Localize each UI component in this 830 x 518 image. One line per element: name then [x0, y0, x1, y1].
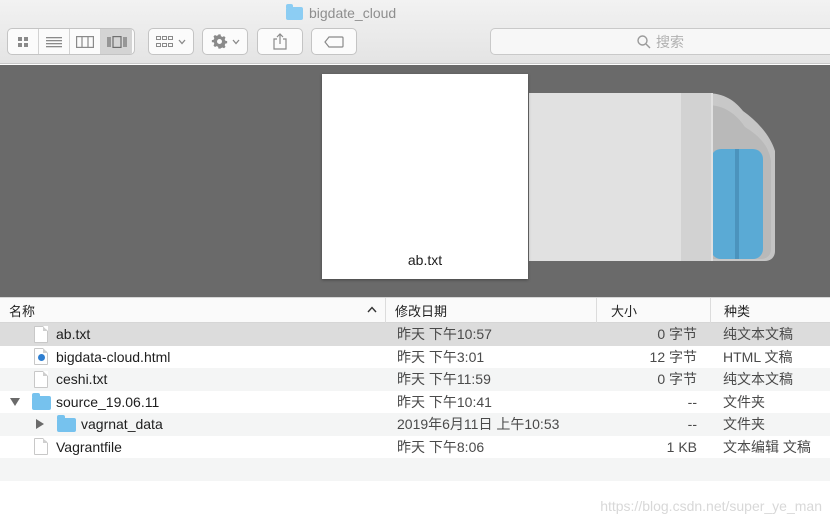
html-file-icon	[34, 348, 48, 366]
list-view-button[interactable]	[39, 29, 70, 54]
cover-flow-button[interactable]	[101, 29, 132, 54]
file-name: source_19.06.11	[56, 393, 160, 410]
file-size: --	[687, 393, 697, 410]
file-kind: 文本编辑 文稿	[723, 438, 811, 455]
file-row[interactable]: bigdata-cloud.html 昨天 下午3:01 12 字节 HTML …	[0, 346, 830, 369]
triangle-right-icon	[36, 419, 44, 430]
file-date: 昨天 下午10:57	[397, 326, 492, 343]
file-size: --	[687, 416, 697, 433]
folder-icon	[57, 415, 76, 433]
file-name: ab.txt	[56, 326, 91, 343]
file-date: 昨天 下午10:41	[397, 393, 492, 410]
cover-flow-preview: ab.txt	[0, 65, 830, 297]
chevron-down-icon	[232, 39, 239, 44]
view-mode-switcher	[7, 28, 135, 55]
toolbar: bigdate_cloud 搜索	[0, 0, 830, 64]
file-kind: HTML 文稿	[723, 348, 793, 365]
file-name: bigdata-cloud.html	[56, 348, 171, 365]
search-placeholder: 搜索	[656, 33, 684, 50]
column-size-label: 大小	[611, 304, 638, 319]
file-row[interactable]: ab.txt 昨天 下午10:57 0 字节 纯文本文稿	[0, 323, 830, 346]
folder-preview-icon	[529, 93, 775, 261]
column-date-label: 修改日期	[395, 304, 448, 319]
disclosure-triangle-expanded[interactable]	[10, 391, 20, 414]
gear-icon	[211, 34, 227, 49]
tag-icon	[324, 35, 344, 48]
text-file-icon	[34, 325, 48, 343]
group-grid-icon	[156, 35, 173, 47]
file-date: 昨天 下午8:06	[397, 438, 485, 455]
file-kind: 文件夹	[723, 393, 765, 410]
column-header-name[interactable]: 名称	[0, 298, 386, 323]
folder-icon	[286, 3, 303, 20]
text-file-icon	[34, 438, 48, 456]
file-size: 12 字节	[649, 348, 697, 365]
disclosure-triangle-collapsed[interactable]	[36, 413, 44, 436]
window-title: bigdate_cloud	[286, 3, 397, 22]
file-list: ab.txt 昨天 下午10:57 0 字节 纯文本文稿 bigdata-clo…	[0, 323, 830, 503]
column-header-kind[interactable]: 种类	[711, 298, 830, 323]
file-kind: 纯文本文稿	[723, 326, 793, 343]
column-header-size[interactable]: 大小	[597, 298, 711, 323]
file-name: Vagrantfile	[56, 438, 122, 455]
edit-tags-button[interactable]	[311, 28, 357, 55]
file-date: 昨天 下午11:59	[397, 371, 491, 388]
group-by-button[interactable]	[148, 28, 194, 55]
share-button[interactable]	[257, 28, 303, 55]
search-icon	[637, 34, 651, 48]
column-kind-label: 种类	[724, 304, 751, 319]
icon-view-icon	[18, 36, 28, 47]
file-name: ceshi.txt	[56, 371, 108, 388]
list-view-icon	[46, 36, 62, 47]
preview-file-card[interactable]: ab.txt	[322, 74, 528, 279]
triangle-down-icon	[10, 397, 20, 406]
text-file-icon	[34, 370, 48, 388]
file-size: 0 字节	[657, 326, 697, 343]
column-view-button[interactable]	[70, 29, 101, 54]
column-view-icon	[76, 35, 94, 48]
folder-row[interactable]: source_19.06.11 昨天 下午10:41 -- 文件夹	[0, 391, 830, 414]
folder-row[interactable]: vagrnat_data 2019年6月11日 上午10:53 -- 文件夹	[0, 413, 830, 436]
column-header: 名称 修改日期 大小 种类	[0, 297, 830, 323]
file-kind: 文件夹	[723, 416, 765, 433]
file-row[interactable]: Vagrantfile 昨天 下午8:06 1 KB 文本编辑 文稿	[0, 436, 830, 459]
file-size: 0 字节	[657, 371, 697, 388]
sort-ascending-icon	[367, 306, 377, 313]
file-kind: 纯文本文稿	[723, 371, 793, 388]
icon-view-button[interactable]	[8, 29, 39, 54]
action-menu-button[interactable]	[202, 28, 248, 55]
share-icon	[273, 33, 287, 50]
file-name: vagrnat_data	[81, 416, 163, 433]
chevron-down-icon	[178, 39, 186, 44]
file-date: 2019年6月11日 上午10:53	[397, 416, 560, 433]
column-header-date[interactable]: 修改日期	[386, 298, 597, 323]
file-date: 昨天 下午3:01	[397, 348, 485, 365]
window-title-text: bigdate_cloud	[309, 5, 397, 21]
empty-row	[0, 458, 830, 481]
column-name-label: 名称	[9, 304, 36, 319]
search-field[interactable]: 搜索	[490, 28, 830, 55]
file-size: 1 KB	[666, 438, 697, 455]
folder-icon	[32, 392, 51, 410]
file-row[interactable]: ceshi.txt 昨天 下午11:59 0 字节 纯文本文稿	[0, 368, 830, 391]
cover-flow-icon	[106, 35, 127, 48]
preview-file-name: ab.txt	[407, 252, 443, 268]
watermark: https://blog.csdn.net/super_ye_man	[600, 498, 822, 514]
